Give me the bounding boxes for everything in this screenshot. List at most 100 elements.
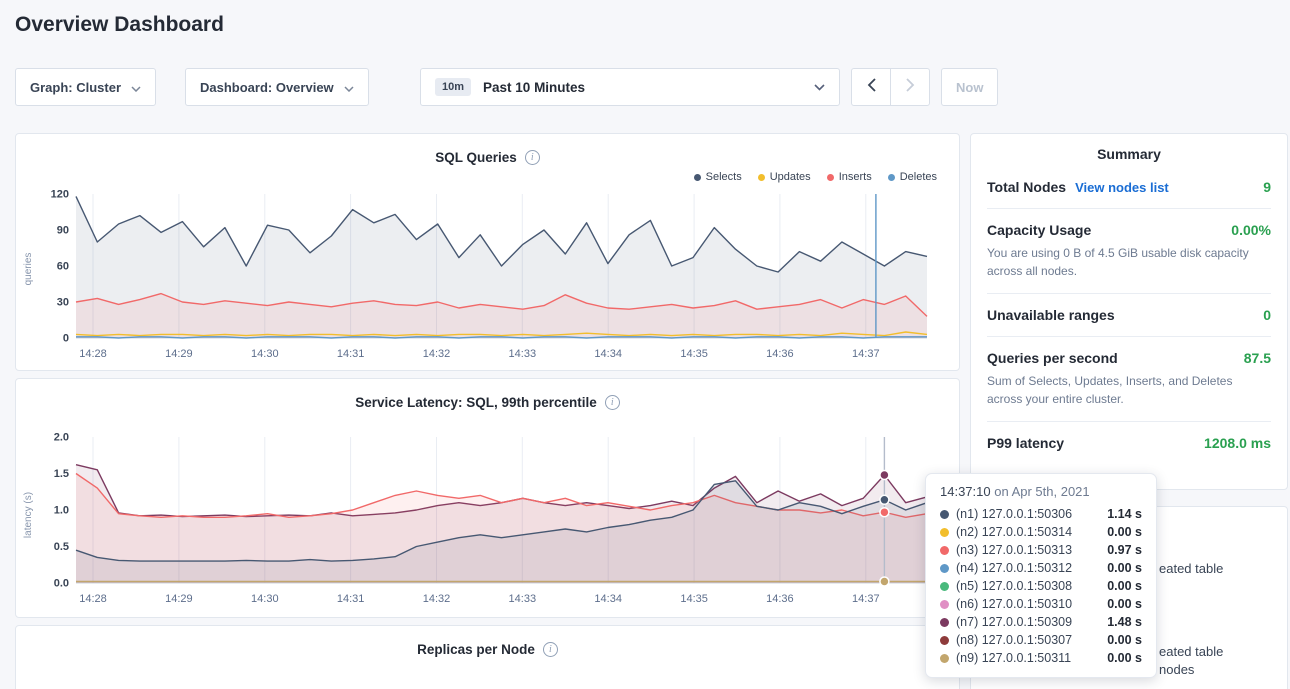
- node-label: (n4) 127.0.0.1:50312: [956, 561, 1072, 575]
- dashboard-selector-label: Dashboard: Overview: [200, 80, 334, 95]
- tooltip-row: (n1) 127.0.0.1:50306 1.14 s: [940, 505, 1142, 523]
- info-icon[interactable]: i: [543, 642, 558, 657]
- tooltip-row: (n8) 127.0.0.1:50307 0.00 s: [940, 631, 1142, 649]
- summary-p99-latency: P99 latency 1208.0 ms: [987, 422, 1271, 464]
- service-latency-plot[interactable]: 14:2814:2914:3014:3114:3214:3314:3414:35…: [32, 429, 943, 609]
- chevron-down-icon: [131, 80, 141, 95]
- time-range-badge: 10m: [435, 78, 471, 96]
- node-color-dot: [940, 564, 949, 573]
- node-value: 0.00 s: [1107, 525, 1142, 539]
- info-icon[interactable]: i: [525, 150, 540, 165]
- svg-text:60: 60: [57, 261, 69, 273]
- summary-unavailable-ranges: Unavailable ranges 0: [987, 294, 1271, 337]
- info-icon[interactable]: i: [605, 395, 620, 410]
- event-item[interactable]: nodes: [1159, 662, 1194, 677]
- time-range-selector[interactable]: 10m Past 10 Minutes: [420, 68, 840, 106]
- event-item[interactable]: eated table: [1159, 561, 1223, 576]
- chart-hover-tooltip: 14:37:10 on Apr 5th, 2021 (n1) 127.0.0.1…: [925, 473, 1157, 678]
- svg-text:14:35: 14:35: [680, 593, 708, 605]
- legend-dot: [827, 174, 834, 181]
- chart-title: SQL Queries: [435, 150, 517, 165]
- tooltip-row: (n6) 127.0.0.1:50310 0.00 s: [940, 595, 1142, 613]
- node-label: (n7) 127.0.0.1:50309: [956, 615, 1072, 629]
- node-color-dot: [940, 618, 949, 627]
- node-color-dot: [940, 582, 949, 591]
- spacer: [32, 413, 943, 429]
- replicas-per-node-chart-card: Replicas per Node i: [15, 625, 960, 689]
- summary-label: P99 latency: [987, 435, 1064, 451]
- node-value: 1.14 s: [1107, 507, 1142, 521]
- svg-text:14:31: 14:31: [337, 593, 365, 605]
- svg-text:1.0: 1.0: [54, 505, 69, 517]
- time-prev-button[interactable]: [851, 68, 891, 106]
- legend-dot: [888, 174, 895, 181]
- node-label: (n3) 127.0.0.1:50313: [956, 543, 1072, 557]
- summary-value: 1208.0 ms: [1204, 435, 1271, 451]
- tooltip-row: (n7) 127.0.0.1:50309 1.48 s: [940, 613, 1142, 631]
- svg-text:14:34: 14:34: [594, 593, 622, 605]
- svg-text:2.0: 2.0: [54, 432, 69, 444]
- node-label: (n6) 127.0.0.1:50310: [956, 597, 1072, 611]
- legend-item-deletes[interactable]: Deletes: [888, 171, 937, 183]
- node-value: 0.00 s: [1107, 651, 1142, 665]
- svg-text:1.5: 1.5: [54, 468, 69, 480]
- event-item[interactable]: eated table: [1159, 644, 1223, 659]
- node-color-dot: [940, 528, 949, 537]
- legend-dot: [694, 174, 701, 181]
- summary-queries-per-second: Queries per second 87.5 Sum of Selects, …: [987, 337, 1271, 422]
- svg-text:90: 90: [57, 225, 69, 237]
- tooltip-time: 14:37:10: [940, 484, 991, 499]
- legend-item-inserts[interactable]: Inserts: [827, 171, 872, 183]
- node-color-dot: [940, 654, 949, 663]
- time-range-label: Past 10 Minutes: [483, 80, 585, 95]
- svg-text:14:35: 14:35: [680, 348, 708, 360]
- node-color-dot: [940, 600, 949, 609]
- legend-item-updates[interactable]: Updates: [758, 171, 811, 183]
- view-nodes-list-link[interactable]: View nodes list: [1075, 180, 1169, 195]
- graph-selector-label: Graph: Cluster: [30, 80, 121, 95]
- sql-queries-plot[interactable]: 14:2814:2914:3014:3114:3214:3314:3414:35…: [32, 186, 943, 364]
- y-axis-title: latency (s): [23, 492, 34, 538]
- sql-queries-chart-card: SQL Queries i Selects Updates Inserts De…: [15, 133, 960, 371]
- node-value: 0.97 s: [1107, 543, 1142, 557]
- now-button-label: Now: [956, 80, 983, 95]
- node-value: 0.00 s: [1107, 561, 1142, 575]
- page-title: Overview Dashboard: [15, 13, 224, 37]
- summary-total-nodes: Total Nodes View nodes list 9: [987, 166, 1271, 209]
- node-label: (n5) 127.0.0.1:50308: [956, 579, 1072, 593]
- chevron-left-icon: [867, 78, 876, 97]
- legend-label: Updates: [770, 171, 811, 183]
- summary-value: 0: [1263, 307, 1271, 323]
- svg-text:14:37: 14:37: [852, 593, 880, 605]
- time-next-button[interactable]: [890, 68, 930, 106]
- svg-text:14:29: 14:29: [165, 593, 193, 605]
- summary-description: You are using 0 B of 4.5 GiB usable disk…: [987, 244, 1271, 280]
- graph-selector-dropdown[interactable]: Graph: Cluster: [15, 68, 156, 106]
- svg-text:14:28: 14:28: [79, 593, 107, 605]
- summary-label: Capacity Usage: [987, 222, 1091, 238]
- summary-value: 9: [1263, 179, 1271, 195]
- svg-text:0.0: 0.0: [54, 578, 69, 590]
- legend-label: Inserts: [839, 171, 872, 183]
- summary-label: Queries per second: [987, 350, 1118, 366]
- tooltip-row: (n3) 127.0.0.1:50313 0.97 s: [940, 541, 1142, 559]
- chart-title-row: SQL Queries i: [32, 146, 943, 168]
- chart-title-row: Service Latency: SQL, 99th percentile i: [32, 391, 943, 413]
- tooltip-date: on Apr 5th, 2021: [994, 484, 1089, 499]
- node-value: 0.00 s: [1107, 633, 1142, 647]
- svg-text:14:33: 14:33: [509, 348, 537, 360]
- node-color-dot: [940, 546, 949, 555]
- summary-value: 87.5: [1244, 350, 1271, 366]
- svg-text:14:28: 14:28: [79, 348, 107, 360]
- dashboard-selector-dropdown[interactable]: Dashboard: Overview: [185, 68, 369, 106]
- node-color-dot: [940, 636, 949, 645]
- svg-text:14:29: 14:29: [165, 348, 193, 360]
- svg-text:14:36: 14:36: [766, 348, 794, 360]
- svg-text:30: 30: [57, 297, 69, 309]
- node-value: 0.00 s: [1107, 579, 1142, 593]
- legend-label: Selects: [706, 171, 742, 183]
- now-button[interactable]: Now: [941, 68, 998, 106]
- chevron-right-icon: [906, 78, 915, 97]
- chevron-down-icon: [344, 80, 354, 95]
- legend-item-selects[interactable]: Selects: [694, 171, 742, 183]
